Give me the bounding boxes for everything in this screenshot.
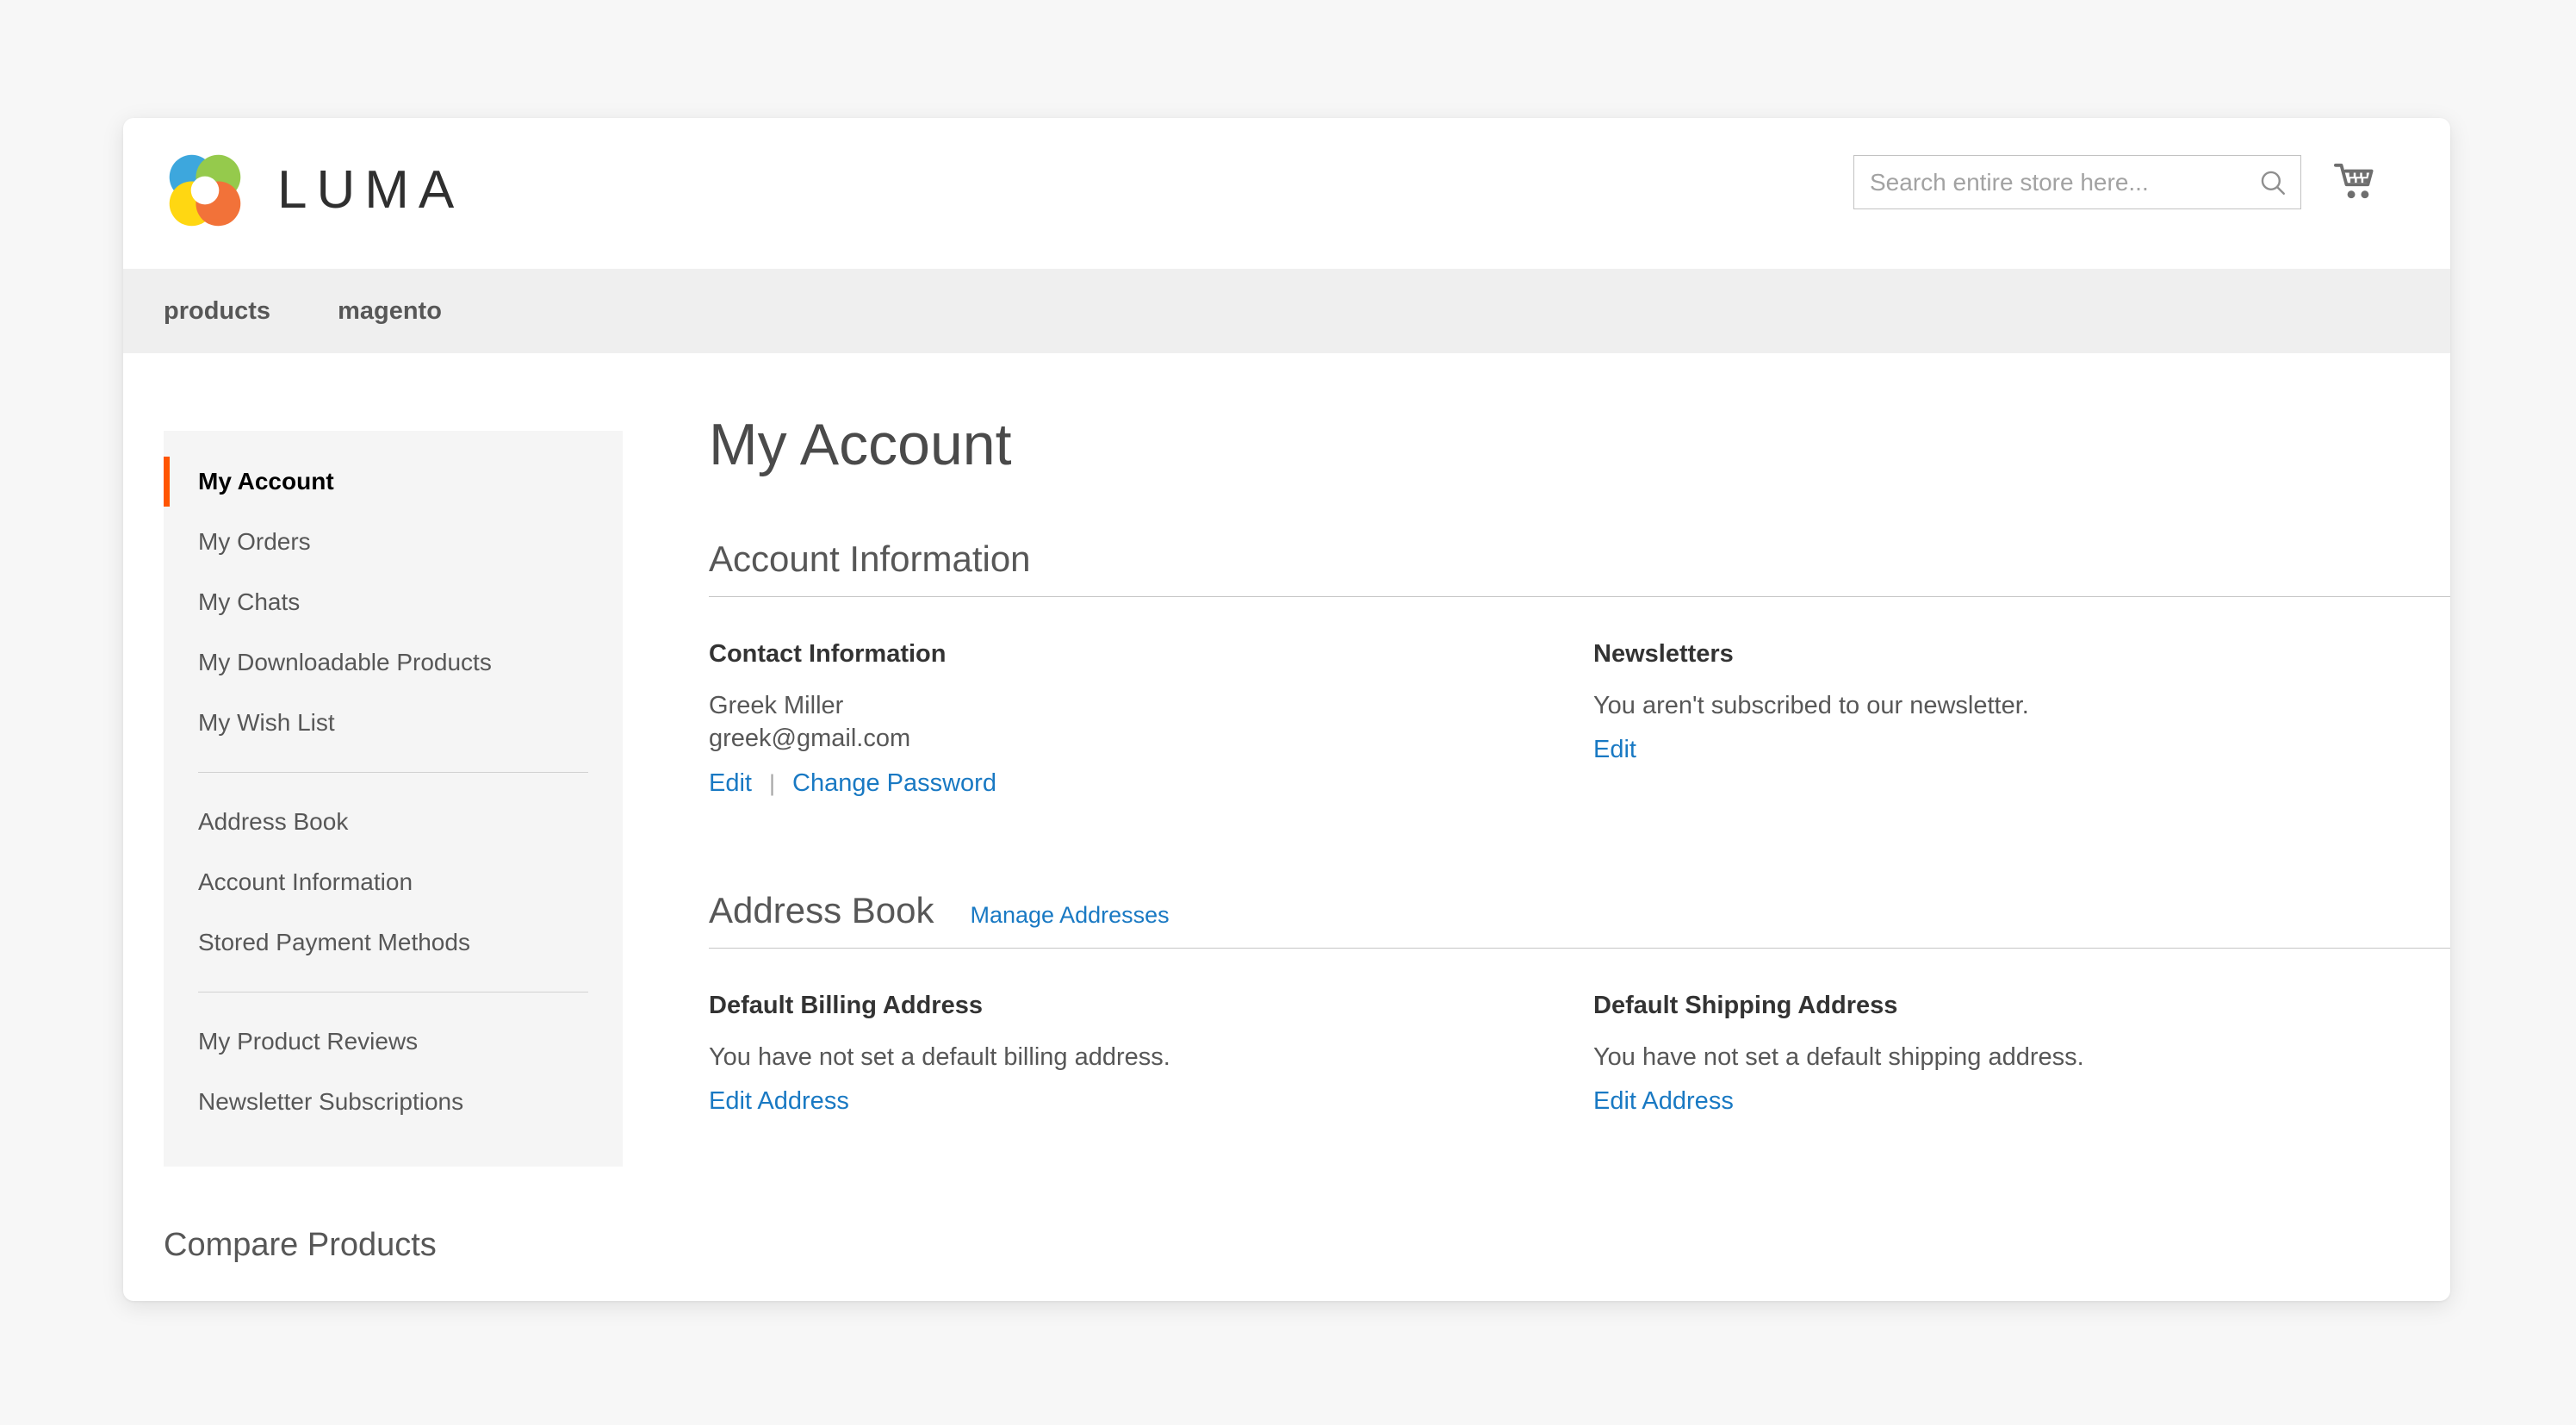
newsletter-links: Edit xyxy=(1593,736,2450,764)
sidebar-item-label: Address Book xyxy=(198,808,349,835)
page-title: My Account xyxy=(709,412,1012,477)
site-header: LUMA xyxy=(123,118,2450,269)
search-box[interactable] xyxy=(1853,155,2301,209)
sidebar-item-my-account[interactable]: My Account xyxy=(164,451,623,512)
main-navigation: products magento xyxy=(123,269,2450,353)
default-billing-address-block: Default Billing Address You have not set… xyxy=(709,993,1593,1116)
sidebar-item-my-orders[interactable]: My Orders xyxy=(164,512,623,572)
sidebar-item-label: Stored Payment Methods xyxy=(198,929,470,955)
sidebar-item-label: My Downloadable Products xyxy=(198,649,492,675)
default-shipping-address-block: Default Shipping Address You have not se… xyxy=(1593,993,2450,1116)
link-separator: | xyxy=(768,769,775,796)
address-book-title: Address Book xyxy=(709,889,934,930)
default-billing-address-title: Default Billing Address xyxy=(709,991,983,1019)
shopping-cart-icon xyxy=(2334,163,2374,199)
edit-shipping-address-link[interactable]: Edit Address xyxy=(1593,1087,1734,1116)
contact-links: Edit | Change Password xyxy=(709,769,1593,798)
manage-addresses-link[interactable]: Manage Addresses xyxy=(970,902,1169,929)
newsletter-status: You aren't subscribed to our newsletter. xyxy=(1593,692,2029,719)
default-shipping-address-title: Default Shipping Address xyxy=(1593,991,1898,1019)
sidebar-item-label: My Orders xyxy=(198,528,311,555)
sidebar-item-my-downloadable-products[interactable]: My Downloadable Products xyxy=(164,632,623,693)
main-content: My Account Account Information Contact I… xyxy=(628,353,2450,1261)
sidebar-item-label: My Account xyxy=(198,468,334,495)
luma-flower-logo-icon xyxy=(169,154,241,227)
account-nav-panel: My Account My Orders My Chats My Downloa… xyxy=(164,431,623,1167)
sidebar-item-label: My Wish List xyxy=(198,709,335,736)
page-card: LUMA Search entire store here... product… xyxy=(123,118,2450,1301)
sidebar-item-newsletter-subscriptions[interactable]: Newsletter Subscriptions xyxy=(164,1072,623,1132)
account-information-header: Account Information xyxy=(709,541,2450,597)
compare-products-title: Compare Products xyxy=(164,1227,437,1263)
sidebar-item-label: My Product Reviews xyxy=(198,1028,419,1055)
address-book-columns: Default Billing Address You have not set… xyxy=(709,949,2450,1116)
account-information-columns: Contact Information Greek Miller greek@g… xyxy=(709,597,2450,798)
sidebar-divider xyxy=(198,772,588,773)
sidebar-item-account-information[interactable]: Account Information xyxy=(164,852,623,912)
logo-text: LUMA xyxy=(277,160,464,220)
newsletters-block: Newsletters You aren't subscribed to our… xyxy=(1593,642,2450,798)
search-input[interactable] xyxy=(1854,156,2245,208)
sidebar-item-address-book[interactable]: Address Book xyxy=(164,792,623,852)
edit-billing-address-link[interactable]: Edit Address xyxy=(709,1087,849,1116)
contact-information-title: Contact Information xyxy=(709,640,947,668)
edit-contact-link[interactable]: Edit xyxy=(709,769,752,798)
edit-newsletter-link[interactable]: Edit xyxy=(1593,736,1636,764)
nav-item-magento[interactable]: magento xyxy=(338,298,442,324)
sidebar-item-label: Newsletter Subscriptions xyxy=(198,1088,464,1115)
sidebar-item-my-product-reviews[interactable]: My Product Reviews xyxy=(164,1011,623,1072)
sidebar-item-label: Account Information xyxy=(198,868,413,895)
contact-name: Greek Miller xyxy=(709,692,844,719)
contact-information-block: Contact Information Greek Miller greek@g… xyxy=(709,642,1593,798)
sidebar-item-my-wish-list[interactable]: My Wish List xyxy=(164,693,623,753)
sidebar: My Account My Orders My Chats My Downloa… xyxy=(123,353,628,1261)
newsletters-title: Newsletters xyxy=(1593,640,1734,668)
account-information-title: Account Information xyxy=(709,538,1031,579)
site-logo[interactable]: LUMA xyxy=(164,149,463,232)
cart-button[interactable] xyxy=(2333,159,2381,208)
search-icon xyxy=(2261,171,2285,195)
default-billing-address-status: You have not set a default billing addre… xyxy=(709,1042,1170,1071)
sidebar-item-label: My Chats xyxy=(198,588,301,615)
shipping-links: Edit Address xyxy=(1593,1087,2450,1116)
sidebar-item-my-chats[interactable]: My Chats xyxy=(164,572,623,632)
page-body: My Account My Orders My Chats My Downloa… xyxy=(123,353,2450,1261)
sidebar-divider xyxy=(198,992,588,993)
contact-email: greek@gmail.com xyxy=(709,725,911,753)
address-book-header: Address Book Manage Addresses xyxy=(709,889,2450,949)
change-password-link[interactable]: Change Password xyxy=(792,769,996,798)
billing-links: Edit Address xyxy=(709,1087,1593,1116)
nav-item-products[interactable]: products xyxy=(164,298,270,324)
search-button[interactable] xyxy=(2245,156,2300,208)
default-shipping-address-status: You have not set a default shipping addr… xyxy=(1593,1042,2084,1071)
sidebar-item-stored-payment-methods[interactable]: Stored Payment Methods xyxy=(164,912,623,973)
